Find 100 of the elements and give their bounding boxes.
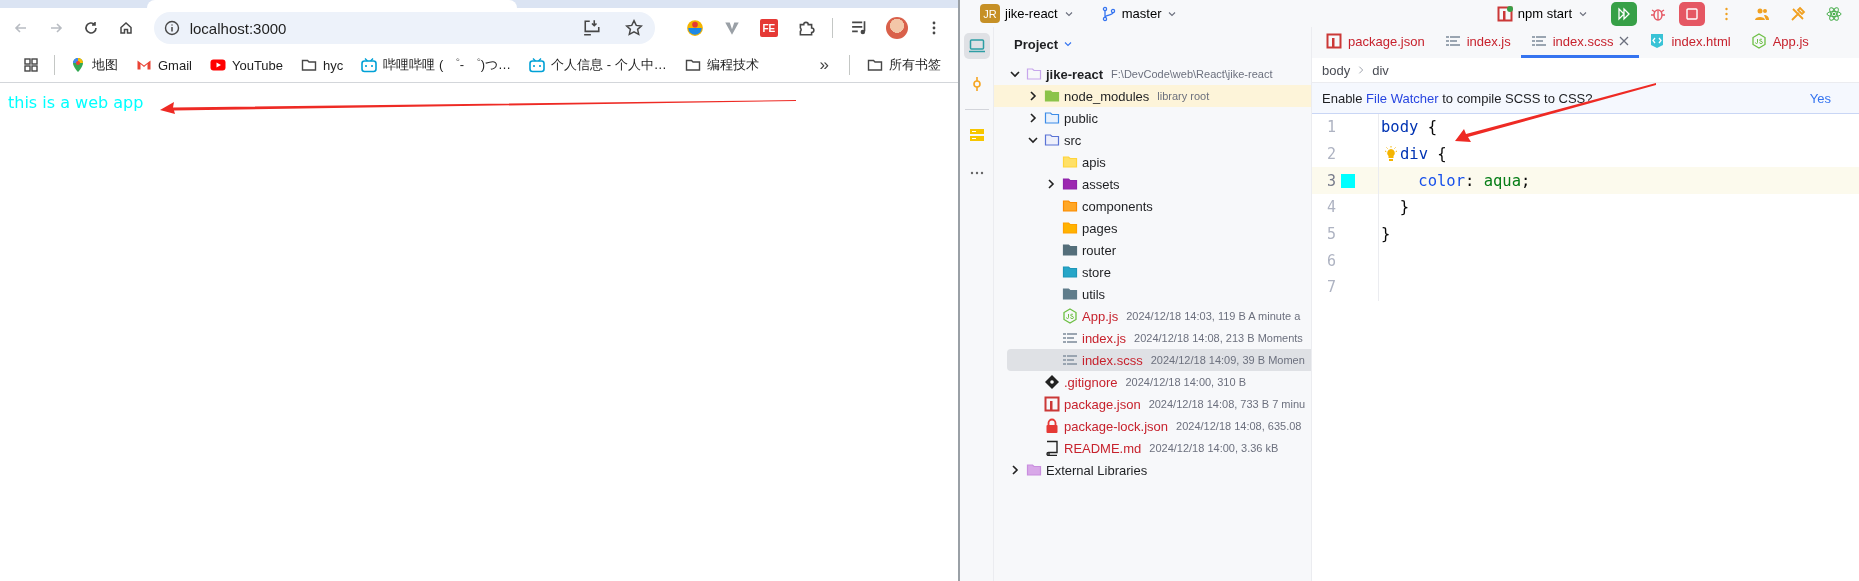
- bookmark[interactable]: YouTube: [202, 53, 291, 77]
- monitor-download-icon: [583, 19, 601, 37]
- bookmark[interactable]: 个人信息 - 个人中…: [522, 52, 674, 78]
- lines-icon: [1444, 33, 1461, 49]
- tree-row[interactable]: components: [994, 195, 1311, 217]
- bookmark[interactable]: hyc: [294, 53, 351, 77]
- home-icon: [118, 20, 135, 36]
- file-name: package-lock.json: [1064, 418, 1169, 434]
- file-name: App.js: [1082, 308, 1119, 324]
- hexagon-icon: [1062, 308, 1078, 324]
- tree-row[interactable]: utils: [994, 283, 1311, 305]
- file-name: store: [1082, 264, 1111, 280]
- tree-row[interactable]: node_modules library root: [994, 85, 1311, 107]
- tree-row[interactable]: jike-react F:\DevCode\web\React\jike-react: [994, 63, 1311, 85]
- code-line: }: [1398, 198, 1409, 217]
- folder-icon: [1062, 264, 1078, 280]
- run-button[interactable]: [1611, 1, 1637, 26]
- yes-link[interactable]: Yes: [1809, 90, 1831, 106]
- code-line: body {: [1380, 118, 1437, 137]
- folder-icon: [301, 57, 318, 73]
- tree-row[interactable]: External Libraries: [994, 459, 1311, 481]
- panel-title[interactable]: Project: [1014, 36, 1059, 52]
- bookmark[interactable]: 哔哩哔哩 ( ゜- ゜)つ…: [354, 52, 519, 78]
- more-bookmarks-button[interactable]: »: [809, 55, 839, 75]
- file-details: 2024/12/18 14:08, 733 B 7 minu: [1148, 398, 1306, 410]
- file-name: External Libraries: [1046, 462, 1148, 478]
- tv-icon: [529, 57, 546, 73]
- tools-icon: [1790, 5, 1806, 22]
- folder-icon: [1026, 66, 1042, 82]
- tree-row[interactable]: apis: [994, 151, 1311, 173]
- project-switcher[interactable]: JR jike-react: [974, 2, 1081, 25]
- lines-icon: [1062, 330, 1078, 346]
- tree-row[interactable]: pages: [994, 217, 1311, 239]
- lines-icon: [1530, 33, 1547, 49]
- folder-icon: [1062, 198, 1078, 214]
- folder-icon: [1062, 154, 1078, 170]
- folder-icon: [1044, 132, 1060, 148]
- apps-icon: [23, 57, 39, 73]
- close-icon[interactable]: [1619, 36, 1630, 46]
- code-line: color: aqua;: [1417, 171, 1531, 190]
- install-button[interactable]: [583, 19, 601, 37]
- tree-row[interactable]: README.md 2024/12/18 14:00, 3.36 kB: [994, 437, 1311, 459]
- tree-row[interactable]: package.json 2024/12/18 14:08, 733 B 7 minu: [994, 393, 1311, 415]
- breadcrumb[interactable]: div: [1372, 62, 1389, 78]
- folder-icon: [1062, 286, 1078, 302]
- star-icon: [625, 19, 643, 37]
- npm-icon: [1496, 5, 1513, 22]
- branch-switcher[interactable]: master: [1094, 3, 1185, 24]
- bookmark[interactable]: 编程技术: [677, 52, 766, 78]
- map-pin-icon: [70, 57, 86, 73]
- bowl-icon: [685, 19, 704, 37]
- bookmark-button[interactable]: [625, 19, 643, 37]
- branch-icon: [1100, 5, 1117, 22]
- editor-tab[interactable]: index.html: [1639, 27, 1741, 58]
- bookmark-folder[interactable]: 所有书签: [860, 52, 948, 78]
- editor-tab[interactable]: index.js: [1434, 27, 1521, 58]
- tree-row[interactable]: .gitignore 2024/12/18 14:00, 310 B: [994, 371, 1311, 393]
- file-name: apis: [1082, 154, 1106, 170]
- file-name: index.scss: [1082, 352, 1143, 368]
- npm-icon: [1326, 33, 1342, 49]
- tree-row[interactable]: assets: [994, 173, 1311, 195]
- menu-icon: [931, 20, 936, 36]
- line-number: 3: [1325, 171, 1336, 190]
- breadcrumb[interactable]: body: [1322, 62, 1351, 78]
- run-configuration[interactable]: npm start: [1490, 3, 1595, 24]
- tree-row[interactable]: index.js 2024/12/18 14:08, 213 B Moments: [994, 327, 1311, 349]
- editor-tab[interactable]: package.json: [1316, 27, 1435, 58]
- file-watcher-link[interactable]: File Watcher: [1366, 90, 1439, 106]
- tree-row[interactable]: store: [994, 261, 1311, 283]
- bookmark[interactable]: 地图: [63, 52, 125, 78]
- tree-row[interactable]: App.js 2024/12/18 14:03, 119 B A minute a: [994, 305, 1311, 327]
- editor-tab[interactable]: App.js: [1740, 27, 1819, 58]
- code-icon: [1649, 33, 1666, 49]
- reload-icon: [83, 20, 100, 36]
- tree-row[interactable]: package-lock.json 2024/12/18 14:08, 635.08: [994, 415, 1311, 437]
- color-swatch[interactable]: [1341, 173, 1355, 188]
- file-details: 2024/12/18 14:09, 39 B Momen: [1150, 354, 1305, 366]
- file-details: 2024/12/18 14:08, 635.08: [1176, 420, 1302, 432]
- folder-icon: [867, 57, 883, 73]
- structure-icon: [968, 127, 985, 143]
- tree-row[interactable]: public: [994, 107, 1311, 129]
- tree-row[interactable]: index.scss 2024/12/18 14:09, 39 B Momen: [1007, 349, 1311, 371]
- bookmark[interactable]: Gmail: [129, 53, 199, 77]
- tool-window-button[interactable]: [963, 33, 990, 59]
- address-bar[interactable]: localhost:3000: [153, 12, 655, 44]
- folder-icon: [684, 57, 701, 73]
- tv-icon: [361, 57, 378, 73]
- more-vertical-icon: [1724, 6, 1728, 21]
- stop-button[interactable]: [1679, 1, 1705, 26]
- atom-icon: [1826, 5, 1842, 22]
- code-line: div {: [1400, 145, 1447, 164]
- folder-icon: [1062, 242, 1078, 258]
- tree-row[interactable]: router: [994, 239, 1311, 261]
- extension-button[interactable]: FE: [760, 19, 778, 37]
- tree-row[interactable]: src: [994, 129, 1311, 151]
- diamond-icon: [1044, 374, 1060, 390]
- file-details: F:\DevCode\web\React\jike-react: [1111, 68, 1273, 80]
- file-name: utils: [1082, 286, 1106, 302]
- line-number: 6: [1325, 251, 1336, 270]
- file-name: components: [1082, 198, 1153, 214]
